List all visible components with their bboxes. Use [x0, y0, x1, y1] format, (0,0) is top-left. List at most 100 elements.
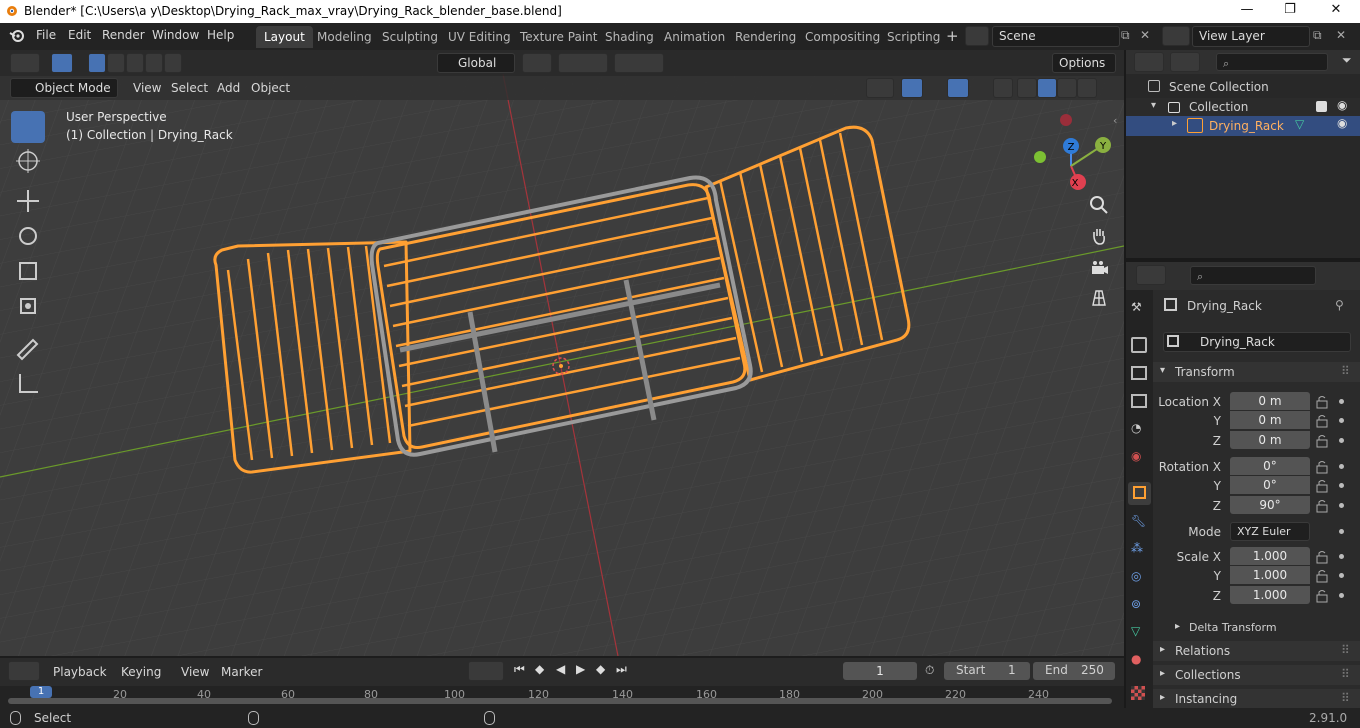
- maximize-icon[interactable]: ❐: [1279, 2, 1301, 20]
- new-scene-icon[interactable]: ⧉: [1121, 28, 1130, 43]
- end-frame-field[interactable]: End 250: [1033, 662, 1115, 680]
- material-tab-icon[interactable]: ●: [1131, 652, 1141, 666]
- timeline-menu-playback[interactable]: Playback: [53, 665, 107, 679]
- scene-name-field[interactable]: Scene: [992, 26, 1120, 47]
- properties-search-input[interactable]: ⌕: [1190, 266, 1316, 285]
- tool-tab-icon[interactable]: ⚒: [1131, 300, 1147, 316]
- object-tab[interactable]: [1128, 482, 1151, 505]
- outliner-row-drying-rack[interactable]: ▸ Drying_Rack ▽ ◉: [1126, 116, 1360, 136]
- chevron-right-icon[interactable]: ▸: [1172, 118, 1177, 129]
- outliner-row-scene-collection[interactable]: Scene Collection: [1126, 78, 1360, 98]
- tab-compositing[interactable]: Compositing: [797, 26, 888, 48]
- wireframe-shading-icon[interactable]: [1017, 78, 1037, 98]
- keyframe-dot-icon[interactable]: [1339, 554, 1344, 559]
- lock-icon[interactable]: [1316, 569, 1328, 583]
- menu-file[interactable]: File: [36, 28, 56, 42]
- scale-y-field[interactable]: 1.000: [1230, 566, 1310, 584]
- rotation-x-field[interactable]: 0°: [1230, 457, 1310, 475]
- drag-handle-icon[interactable]: ⠿: [1341, 364, 1350, 378]
- mesh-data-tab-icon[interactable]: ▽: [1131, 624, 1140, 638]
- scale-tool-icon[interactable]: [11, 255, 45, 287]
- keyframe-dot-icon[interactable]: [1339, 573, 1344, 578]
- modifier-tab-icon[interactable]: 🔧︎: [1131, 514, 1146, 528]
- eye-icon[interactable]: ◉: [1337, 98, 1347, 112]
- lock-icon[interactable]: [1316, 550, 1328, 564]
- drag-handle-icon[interactable]: ⠿: [1341, 691, 1350, 705]
- add-workspace-icon[interactable]: +: [946, 27, 959, 45]
- keyframe-dot-icon[interactable]: [1339, 438, 1344, 443]
- transform-panel-header[interactable]: ▾ Transform ⠿: [1153, 362, 1360, 382]
- pin-icon[interactable]: ⚲: [1335, 298, 1344, 312]
- select-box-mode-icon[interactable]: [51, 53, 73, 73]
- collections-panel-header[interactable]: ▸ Collections ⠿: [1153, 665, 1360, 685]
- chevron-down-icon[interactable]: ▾: [1151, 100, 1156, 111]
- rotation-z-field[interactable]: 90°: [1230, 496, 1310, 514]
- rotation-mode-dropdown[interactable]: XYZ Euler: [1230, 522, 1310, 541]
- proportional-edit-icon[interactable]: [614, 53, 664, 73]
- lock-icon[interactable]: [1316, 499, 1328, 513]
- timeline-menu-marker[interactable]: Marker: [221, 665, 262, 679]
- scale-z-field[interactable]: 1.000: [1230, 586, 1310, 604]
- timeline-menu-keying[interactable]: Keying: [121, 665, 161, 679]
- perspective-toggle-icon[interactable]: [1087, 286, 1111, 310]
- object-name-field[interactable]: Drying_Rack: [1163, 332, 1351, 352]
- location-y-field[interactable]: 0 m: [1230, 411, 1310, 429]
- output-tab-icon[interactable]: [1131, 366, 1147, 380]
- lock-icon[interactable]: [1316, 460, 1328, 474]
- orientation-dropdown[interactable]: Global: [437, 53, 515, 73]
- instancing-panel-header[interactable]: ▸ Instancing ⠿: [1153, 689, 1360, 708]
- tab-uv-editing[interactable]: UV Editing: [440, 26, 519, 48]
- timeline-menu-view[interactable]: View: [181, 665, 209, 679]
- select-new-icon[interactable]: [88, 53, 106, 73]
- editor-type-icon[interactable]: [10, 53, 40, 73]
- delete-scene-icon[interactable]: ✕: [1140, 28, 1150, 42]
- jump-start-icon[interactable]: ⏮: [514, 662, 525, 677]
- particles-tab-icon[interactable]: ⁂: [1131, 541, 1143, 555]
- select-extend-icon[interactable]: [107, 53, 125, 73]
- viewport-menu-object[interactable]: Object: [251, 81, 290, 95]
- properties-editor-type-icon[interactable]: [1136, 265, 1166, 285]
- viewport-menu-view[interactable]: View: [133, 81, 161, 95]
- filter-icon[interactable]: ⏷: [1342, 53, 1352, 68]
- tab-modeling[interactable]: Modeling: [309, 26, 380, 48]
- tab-layout[interactable]: Layout: [256, 26, 313, 48]
- xray-toggle-icon[interactable]: [993, 78, 1013, 98]
- lock-icon[interactable]: [1316, 414, 1328, 428]
- tab-shading[interactable]: Shading: [597, 26, 662, 48]
- select-intersect-icon[interactable]: [164, 53, 182, 73]
- select-difference-icon[interactable]: [145, 53, 163, 73]
- annotate-tool-icon[interactable]: [11, 331, 45, 363]
- delete-view-layer-icon[interactable]: ✕: [1336, 28, 1346, 42]
- drag-handle-icon[interactable]: ⠿: [1341, 667, 1350, 681]
- keyframe-dot-icon[interactable]: [1339, 483, 1344, 488]
- minimize-icon[interactable]: —: [1236, 2, 1258, 20]
- blender-menu-icon[interactable]: [9, 29, 25, 43]
- tab-animation[interactable]: Animation: [656, 26, 733, 48]
- outliner-display-mode-icon[interactable]: [1170, 52, 1200, 72]
- outliner-editor-type-icon[interactable]: [1134, 52, 1164, 72]
- start-frame-field[interactable]: Start 1: [944, 662, 1030, 680]
- rotation-y-field[interactable]: 0°: [1230, 476, 1310, 494]
- texture-tab-icon[interactable]: [1131, 686, 1145, 700]
- keyframe-dot-icon[interactable]: [1339, 399, 1344, 404]
- select-box-tool-icon[interactable]: [11, 111, 45, 143]
- scene-tab-icon[interactable]: ◔: [1131, 421, 1141, 435]
- constraints-tab-icon[interactable]: ⊚: [1131, 597, 1141, 611]
- cursor-tool-icon[interactable]: [11, 145, 45, 177]
- physics-tab-icon[interactable]: ◎: [1131, 569, 1141, 583]
- material-shading-icon[interactable]: [1057, 78, 1077, 98]
- viewport-menu-select[interactable]: Select: [171, 81, 208, 95]
- move-tool-icon[interactable]: [11, 185, 45, 217]
- overlay-toggle-icon[interactable]: [947, 78, 969, 98]
- camera-view-icon[interactable]: [1087, 256, 1111, 280]
- keyframe-dot-icon[interactable]: [1339, 503, 1344, 508]
- outliner-search-input[interactable]: ⌕: [1216, 53, 1328, 71]
- pan-hand-icon[interactable]: [1087, 224, 1111, 248]
- auto-keying-icon[interactable]: [468, 661, 504, 681]
- close-icon[interactable]: ✕: [1325, 2, 1347, 20]
- keyframe-dot-icon[interactable]: [1339, 529, 1344, 534]
- world-tab-icon[interactable]: ◉: [1131, 449, 1141, 463]
- playhead[interactable]: 1: [30, 686, 52, 698]
- menu-window[interactable]: Window: [152, 28, 199, 42]
- keyframe-dot-icon[interactable]: [1339, 593, 1344, 598]
